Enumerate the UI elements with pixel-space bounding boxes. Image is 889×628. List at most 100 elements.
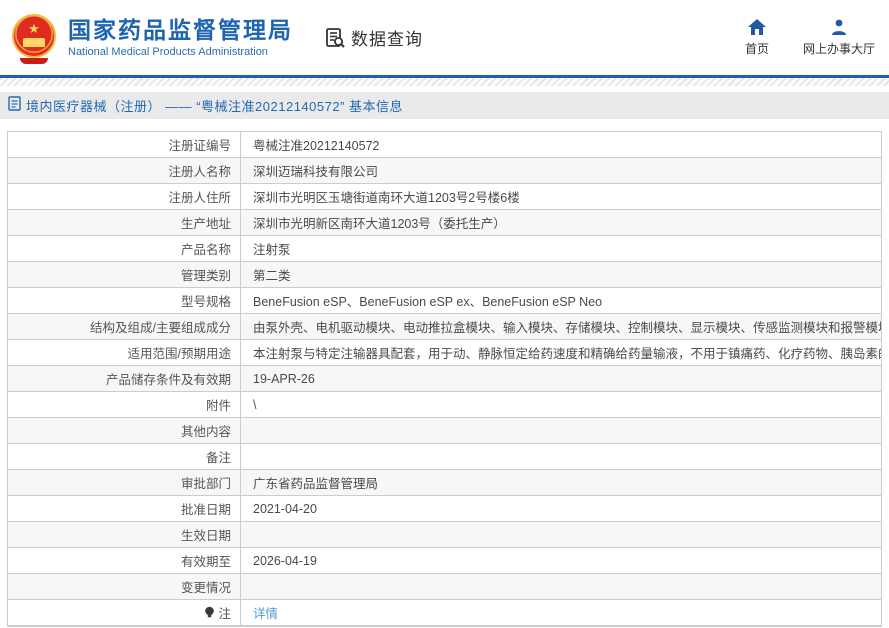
- user-icon: [830, 18, 848, 36]
- row-value: 2021-04-20: [241, 496, 881, 521]
- registration-info-table: 注册证编号 粤械注准20212140572 注册人名称 深圳迈瑞科技有限公司注册人住所…: [7, 131, 882, 627]
- row-label: 注册人名称: [8, 158, 241, 183]
- row-value: 由泵外壳、电机驱动模块、电动推拉盒模块、输入模块、存储模块、控制模块、显示模块、…: [241, 314, 881, 339]
- row-value-text: 由泵外壳、电机驱动模块、电动推拉盒模块、输入模块、存储模块、控制模块、显示模块、…: [253, 321, 881, 335]
- row-label: 有效期至: [8, 548, 241, 573]
- row-label: 产品名称: [8, 236, 241, 261]
- home-icon: [747, 18, 767, 36]
- table-row: 生产地址 深圳市光明新区南环大道1203号（委托生产）: [8, 210, 881, 236]
- row-value-text: 深圳市光明区玉塘街道南环大道1203号2号楼6楼: [253, 191, 520, 205]
- row-value-text: 19-APR-26: [253, 371, 315, 386]
- row-label-text: 结构及组成/主要组成成分: [90, 321, 231, 335]
- row-label-text: 生效日期: [180, 529, 231, 543]
- row-value: BeneFusion eSP、BeneFusion eSP ex、BeneFus…: [241, 288, 881, 313]
- table-row: 适用范围/预期用途 本注射泵与特定注输器具配套，用于动、静脉恒定给药速度和精确给药…: [8, 340, 881, 366]
- row-value: [241, 444, 881, 469]
- emblem-gate: [23, 37, 45, 47]
- row-label: 附件: [8, 392, 241, 417]
- row-value-text: 广东省药品监督管理局: [253, 477, 379, 491]
- row-value: 19-APR-26: [241, 366, 881, 391]
- row-label: 注册证编号: [8, 132, 241, 157]
- table-row: 附件 \: [8, 392, 881, 418]
- row-value: 深圳市光明新区南环大道1203号（委托生产）: [241, 210, 881, 235]
- emblem-ribbon: [20, 57, 48, 64]
- row-label: 注: [8, 600, 241, 625]
- page: ★ 国家药品监督管理局 National Medical Products Ad…: [0, 0, 889, 628]
- row-label: 型号规格: [8, 288, 241, 313]
- table-row: 生效日期: [8, 522, 881, 548]
- row-value: 第二类: [241, 262, 881, 287]
- breadcrumb-bar: 境内医疗器械（注册） —— “粤械注准20212140572” 基本信息: [0, 92, 889, 119]
- row-value-text: 2026-04-19: [253, 553, 317, 568]
- nav-home-label: 首页: [744, 42, 769, 56]
- row-value-text: BeneFusion eSP、BeneFusion eSP ex、BeneFus…: [253, 295, 603, 309]
- row-label-text: 注: [218, 607, 231, 621]
- row-label: 生产地址: [8, 210, 241, 235]
- hatch-strip: [0, 78, 889, 86]
- row-label: 变更情况: [8, 574, 241, 599]
- nav-service-hall[interactable]: 网上办事大厅: [803, 18, 875, 57]
- table-row: 注册证编号 粤械注准20212140572: [8, 132, 881, 158]
- row-value: 本注射泵与特定注输器具配套，用于动、静脉恒定给药速度和精确给药量输液，不用于镇痛…: [241, 340, 881, 365]
- bulb-icon: [204, 606, 215, 619]
- row-label-text: 附件: [205, 399, 231, 413]
- table-row: 备注: [8, 444, 881, 470]
- row-label: 批准日期: [8, 496, 241, 521]
- row-value: [241, 574, 881, 599]
- document-icon: [8, 95, 21, 116]
- row-label-text: 变更情况: [180, 581, 231, 595]
- row-value: 深圳迈瑞科技有限公司: [241, 158, 881, 183]
- row-value: 粤械注准20212140572: [241, 132, 881, 157]
- row-label-text: 注册人名称: [168, 165, 231, 179]
- table-row: 结构及组成/主要组成成分 由泵外壳、电机驱动模块、电动推拉盒模块、输入模块、存储模…: [8, 314, 881, 340]
- row-label-text: 注册证编号: [168, 139, 231, 153]
- table-row: 有效期至 2026-04-19: [8, 548, 881, 574]
- row-value: 2026-04-19: [241, 548, 881, 573]
- emblem-star: ★: [28, 20, 40, 36]
- row-label-text: 适用范围/预期用途: [127, 347, 231, 361]
- table-row: 批准日期 2021-04-20: [8, 496, 881, 522]
- row-value-text: 粤械注准20212140572: [253, 139, 380, 153]
- row-value: \: [241, 392, 881, 417]
- table-row: 注 详情: [8, 600, 881, 626]
- row-value-text: 注射泵: [253, 243, 291, 257]
- site-subtitle: National Medical Products Administration: [68, 46, 268, 59]
- site-title: 国家药品监督管理局: [68, 16, 293, 43]
- row-label: 结构及组成/主要组成成分: [8, 314, 241, 339]
- detail-link[interactable]: 详情: [253, 603, 278, 622]
- row-label-text: 产品储存条件及有效期: [105, 373, 231, 387]
- row-label-text: 有效期至: [180, 555, 231, 569]
- table-row: 产品储存条件及有效期 19-APR-26: [8, 366, 881, 392]
- breadcrumb: 境内医疗器械（注册） —— “粤械注准20212140572” 基本信息: [26, 99, 404, 114]
- row-label: 产品储存条件及有效期: [8, 366, 241, 391]
- row-label: 审批部门: [8, 470, 241, 495]
- row-value-text: 第二类: [253, 269, 291, 283]
- row-label-text: 管理类别: [180, 269, 231, 283]
- row-label-text: 注册人住所: [168, 191, 231, 205]
- row-value: 深圳市光明区玉塘街道南环大道1203号2号楼6楼: [241, 184, 881, 209]
- row-label-text: 备注: [205, 451, 231, 465]
- row-label: 注册人住所: [8, 184, 241, 209]
- table-row: 审批部门 广东省药品监督管理局: [8, 470, 881, 496]
- table-row: 管理类别 第二类: [8, 262, 881, 288]
- table-row: 其他内容: [8, 418, 881, 444]
- row-value-text: 深圳迈瑞科技有限公司: [253, 165, 379, 179]
- national-emblem-logo: ★: [10, 12, 58, 64]
- header-nav: 首页 网上办事大厅: [745, 18, 875, 57]
- row-value: [241, 418, 881, 443]
- table-row: 变更情况: [8, 574, 881, 600]
- row-label: 备注: [8, 444, 241, 469]
- nav-service-hall-label: 网上办事大厅: [802, 42, 875, 56]
- row-label-text: 生产地址: [180, 217, 231, 231]
- data-query-icon: [323, 26, 347, 50]
- row-label: 其他内容: [8, 418, 241, 443]
- row-value-text: 深圳市光明新区南环大道1203号（委托生产）: [253, 217, 506, 231]
- data-query-section[interactable]: 数据查询: [323, 25, 423, 50]
- row-label: 生效日期: [8, 522, 241, 547]
- table-row: 注册人住所 深圳市光明区玉塘街道南环大道1203号2号楼6楼: [8, 184, 881, 210]
- data-query-label: 数据查询: [351, 30, 423, 49]
- nav-home[interactable]: 首页: [745, 18, 769, 57]
- row-value: 注射泵: [241, 236, 881, 261]
- row-value: 广东省药品监督管理局: [241, 470, 881, 495]
- row-label-text: 批准日期: [180, 503, 231, 517]
